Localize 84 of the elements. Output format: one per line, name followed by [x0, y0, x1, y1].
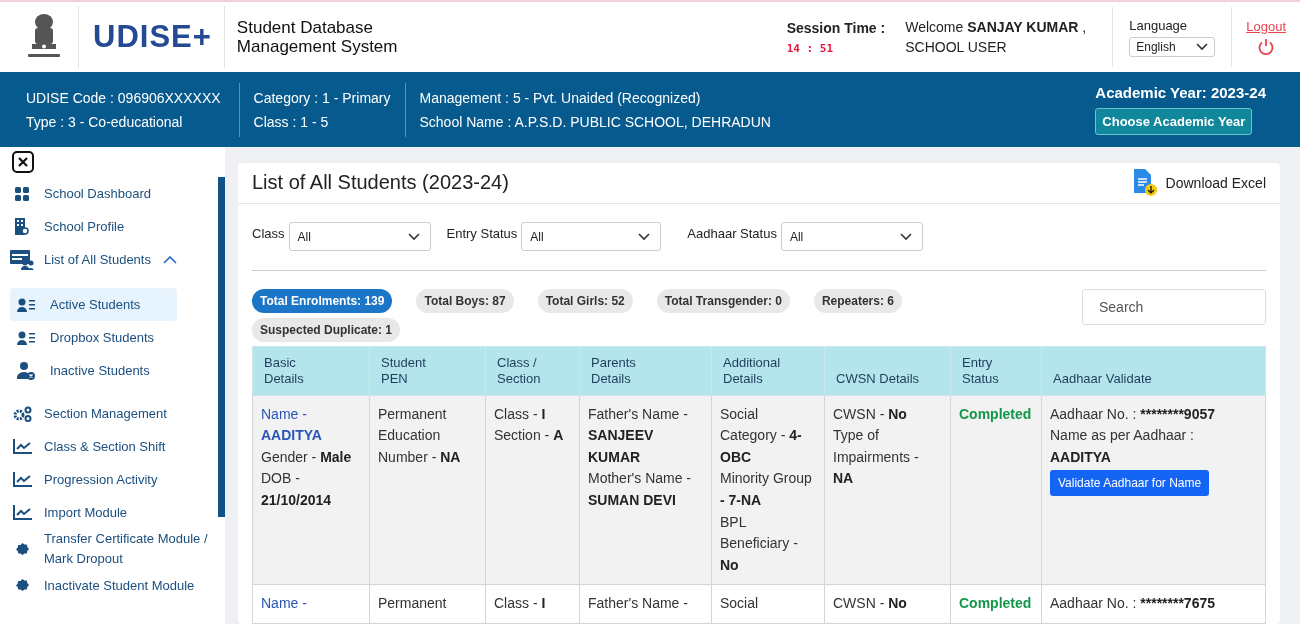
choose-year-button[interactable]: Choose Academic Year: [1095, 108, 1253, 135]
aadhaar-info: Aadhaar No. : ********9057 Name as per Aadhaar : AADITYA: [1050, 404, 1216, 467]
chevron-down-icon: [899, 232, 912, 241]
chevron-up-icon[interactable]: [162, 255, 177, 264]
chevron-down-icon: [638, 232, 651, 241]
school-info-text: School Name : A.P.S.D. PUBLIC SCHOOL, DEHRADUN: [419, 113, 771, 130]
column-header: Basic Details: [252, 346, 370, 396]
school-info-text: Category : 1 - Primary: [253, 89, 391, 106]
column-header: Parents Details: [579, 346, 712, 396]
sidebar-subitem[interactable]: Active Students: [10, 288, 177, 321]
user-list-icon: [14, 297, 38, 312]
welcome-text: Welcome SANJAY KUMAR , SCHOOL USER: [905, 18, 1087, 57]
chart-icon: [10, 472, 34, 487]
logo-text: UDISE+: [93, 19, 212, 55]
table-cell: Name -: [252, 584, 370, 624]
academic-year-text: Academic Year: 2023-24: [1095, 84, 1266, 101]
chevron-down-icon: [407, 232, 420, 241]
language-select[interactable]: English: [1129, 36, 1216, 57]
count-chip[interactable]: Suspected Duplicate: 1: [252, 317, 401, 342]
table-cell: Name - AADITYA Gender - Male DOB - 21/10/2014: [252, 395, 370, 585]
count-chip[interactable]: Total Boys: 87: [416, 288, 514, 313]
count-chip[interactable]: Total Enrolments: 139: [252, 288, 393, 313]
logout-link[interactable]: Logout: [1246, 18, 1286, 34]
sidebar-subitem[interactable]: Dropbox Students: [10, 321, 177, 354]
column-header: Student PEN: [369, 346, 486, 396]
sidebar-item[interactable]: Import Module: [10, 496, 217, 529]
search-field[interactable]: Search: [1082, 288, 1266, 325]
table-cell: Social: [711, 584, 825, 624]
count-chip[interactable]: Total Girls: 52: [537, 288, 633, 313]
sidebar-item[interactable]: Section Management: [10, 397, 217, 430]
scrollbar[interactable]: [218, 177, 225, 517]
table-cell: CWSN - No Type of Impairments - NA: [824, 395, 951, 585]
column-header: Aadhaar Validate: [1041, 346, 1266, 396]
table-cell: Class - I Section - A: [485, 395, 580, 585]
status-cell: Completed: [950, 584, 1042, 624]
filter-label: Aadhaar Status: [687, 226, 777, 242]
sidebar-item[interactable]: List of All Students: [10, 243, 217, 276]
sidebar-subitem[interactable]: Inactive Students: [10, 354, 177, 387]
column-header: Class / Section: [485, 346, 580, 396]
language-label: Language: [1129, 17, 1189, 33]
app-title: Student Database Management System: [236, 18, 398, 56]
table-cell: Social Category - 4- OBC Minority Group - 7-NA BPL Beneficiary - No: [711, 395, 825, 585]
filter-label: Class: [252, 226, 285, 242]
filter-select[interactable]: All: [521, 222, 662, 252]
sidebar-item[interactable]: Progression Activity: [10, 463, 217, 496]
session-timer: 14 : 51: [786, 41, 834, 55]
column-header: Additional Details: [711, 346, 825, 396]
close-icon[interactable]: [12, 151, 34, 173]
sidebar-item[interactable]: Transfer Certificate Module / Mark Dropout: [10, 529, 217, 569]
chevron-down-icon: [1196, 42, 1209, 51]
sidebar-item[interactable]: Inactivate Student Module: [10, 569, 217, 602]
count-chip[interactable]: Repeaters: 6: [813, 288, 902, 313]
table-cell: Class - I: [485, 584, 580, 624]
download-excel-button[interactable]: Download Excel: [1131, 168, 1266, 197]
file-download-icon: [1131, 168, 1158, 197]
table-cell: Permanent: [369, 584, 486, 624]
status-cell: Completed: [950, 395, 1042, 585]
school-info-text: Class : 1 - 5: [253, 113, 330, 130]
table-cell: Father's Name -: [579, 584, 712, 624]
sidebar-item[interactable]: School Profile: [10, 210, 217, 243]
power-icon[interactable]: [1257, 37, 1276, 56]
session-label: Session Time :: [786, 19, 886, 36]
table-cell: Father's Name - SANJEEV KUMAR Mother's Name - SUMAN DEVI: [579, 395, 712, 585]
chart-icon: [10, 439, 34, 454]
filter-select[interactable]: All: [288, 222, 431, 252]
user-list-icon: [14, 330, 38, 345]
sidebar-item[interactable]: School Dashboard: [10, 177, 217, 210]
sidebar-item[interactable]: Class & Section Shift: [10, 430, 217, 463]
school-info-text: UDISE Code : 096906XXXXXX: [26, 89, 221, 106]
validate-aadhaar-button[interactable]: Validate Aadhaar for Name: [1050, 470, 1210, 497]
students-list-icon: [10, 249, 34, 270]
column-header: CWSN Details: [824, 346, 951, 396]
school-info-text: Management : 5 - Pvt. Unaided (Recognized): [419, 89, 702, 106]
aadhaar-info: Aadhaar No. : ********7675: [1050, 594, 1216, 614]
column-header: Entry Status: [950, 346, 1042, 396]
table-cell: Permanent Education Number - NA: [369, 395, 486, 585]
school-info-text: Type : 3 - Co-educational: [26, 113, 184, 130]
count-chip[interactable]: Total Transgender: 0: [656, 288, 790, 313]
chart-icon: [10, 505, 34, 520]
user-remove-icon: [14, 361, 38, 380]
table-cell: CWSN - No: [824, 584, 951, 624]
filter-label: Entry Status: [446, 226, 518, 242]
filter-select[interactable]: All: [780, 222, 923, 252]
page-title: List of All Students (2023-24): [252, 171, 509, 195]
